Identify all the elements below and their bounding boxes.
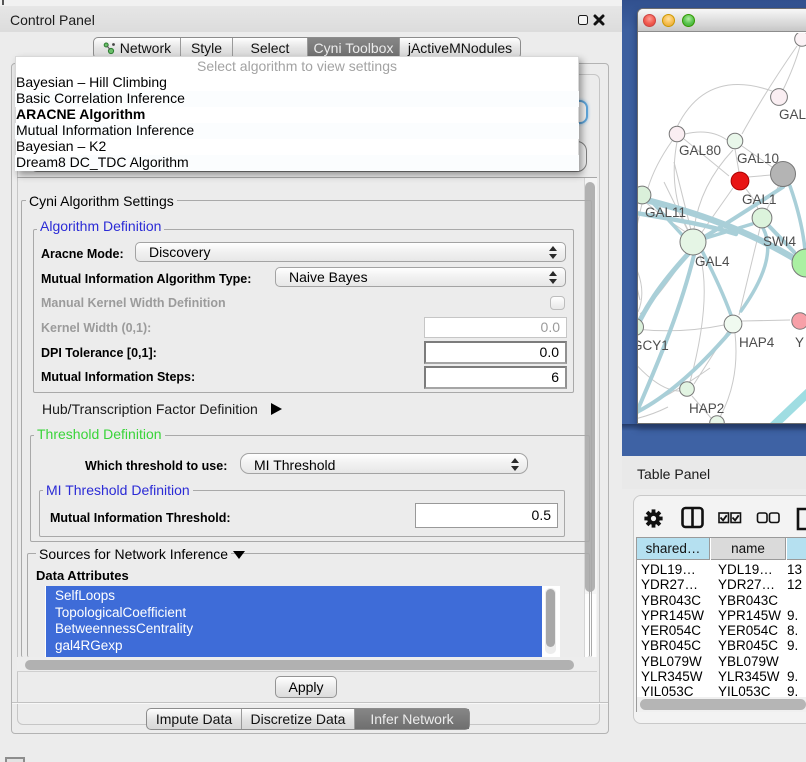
- svg-text:GAL7: GAL7: [779, 107, 806, 122]
- svg-text:HAP4: HAP4: [739, 335, 775, 350]
- svg-text:GAL4: GAL4: [695, 254, 730, 269]
- svg-text:Y: Y: [795, 335, 804, 350]
- svg-text:GCY1: GCY1: [638, 338, 669, 353]
- svg-text:SWI4: SWI4: [763, 234, 796, 249]
- svg-text:GAL1: GAL1: [742, 192, 777, 207]
- svg-text:GAL80: GAL80: [679, 143, 721, 158]
- svg-text:GAL11: GAL11: [645, 205, 686, 220]
- svg-text:HAP2: HAP2: [689, 401, 724, 416]
- svg-text:GAL10: GAL10: [737, 151, 779, 166]
